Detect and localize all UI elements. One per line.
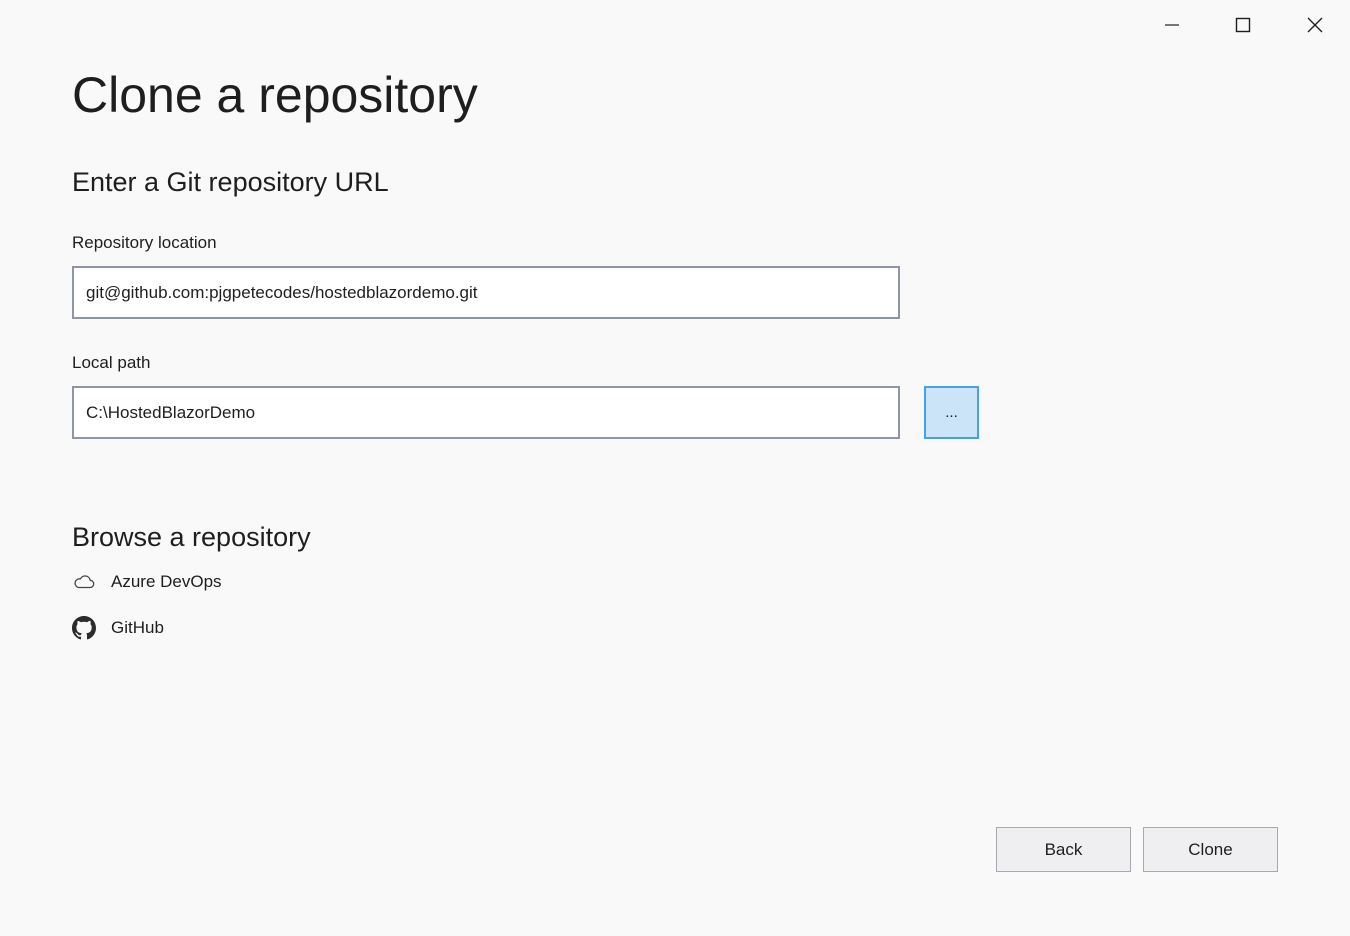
repository-location-label: Repository location xyxy=(72,233,217,252)
browse-item-label: GitHub xyxy=(111,618,164,637)
browse-section-heading: Browse a repository xyxy=(72,522,311,552)
local-path-input[interactable] xyxy=(72,386,900,439)
clone-button[interactable]: Clone xyxy=(1143,827,1278,872)
close-button[interactable] xyxy=(1285,0,1345,50)
url-section-heading: Enter a Git repository URL xyxy=(72,167,389,197)
maximize-button[interactable] xyxy=(1213,0,1273,50)
browse-folder-button[interactable]: ... xyxy=(924,386,979,439)
github-icon xyxy=(72,616,96,640)
back-button[interactable]: Back xyxy=(996,827,1131,872)
minimize-button[interactable] xyxy=(1142,0,1202,50)
page-title: Clone a repository xyxy=(72,67,478,123)
browse-item-label: Azure DevOps xyxy=(111,572,222,591)
cloud-icon xyxy=(72,570,96,594)
local-path-label: Local path xyxy=(72,353,151,372)
browse-item-github[interactable]: GitHub xyxy=(72,615,164,641)
maximize-icon xyxy=(1235,17,1251,33)
close-icon xyxy=(1307,17,1323,33)
repository-location-input[interactable] xyxy=(72,266,900,319)
browse-item-azure-devops[interactable]: Azure DevOps xyxy=(72,569,222,595)
minimize-icon xyxy=(1164,17,1180,33)
